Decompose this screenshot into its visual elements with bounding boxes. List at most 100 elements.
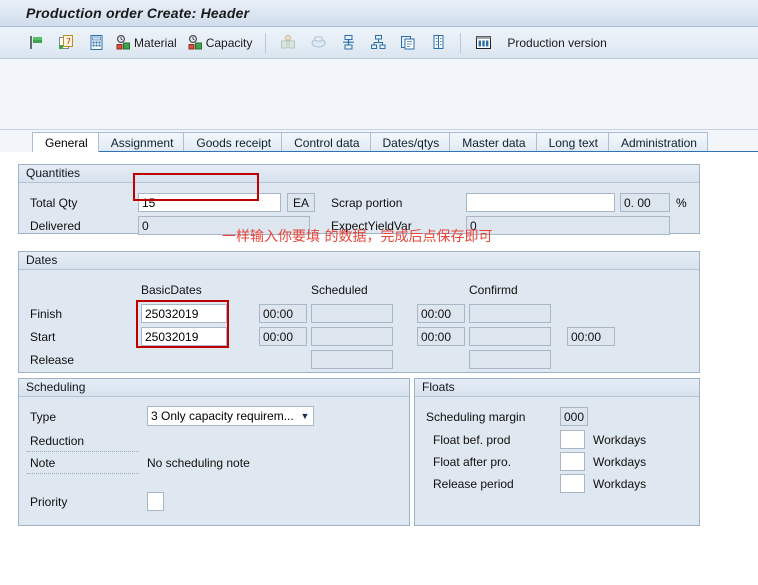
- flag-icon[interactable]: [22, 30, 50, 56]
- release-period-input[interactable]: [560, 474, 585, 493]
- tab-strip: General Assignment Goods receipt Control…: [0, 130, 758, 154]
- scrap-portion-label: Scrap portion: [331, 196, 403, 210]
- dates-panel: Dates BasicDates Scheduled Confirmd Fini…: [18, 251, 700, 373]
- tab-assignment-label: Assignment: [110, 135, 174, 150]
- tab-control-data-label: Control data: [294, 135, 360, 150]
- float-after-prod-unit: Workdays: [593, 455, 647, 469]
- page-title: Production order Create: Header: [26, 5, 250, 21]
- application-toolbar: 7 Material Capacity Production version: [0, 27, 758, 59]
- copy-icon[interactable]: [394, 30, 422, 56]
- total-qty-input[interactable]: [138, 193, 281, 212]
- tab-long-text-label: Long text: [548, 135, 598, 150]
- priority-label: Priority: [30, 495, 68, 509]
- tab-dates-qtys[interactable]: Dates/qtys: [370, 132, 451, 152]
- note-underline: [27, 472, 139, 474]
- tab-goods-receipt-label: Goods receipt: [196, 135, 272, 150]
- toolbar-separator-1: [265, 32, 267, 53]
- scheduling-type-label: Type: [30, 410, 57, 424]
- scheduled-column-header: Scheduled: [311, 283, 368, 297]
- tab-goods-receipt[interactable]: Goods receipt: [184, 132, 283, 152]
- print-icon: [304, 30, 332, 56]
- toolbar-separator-2: [460, 32, 462, 53]
- order-header-area: Order Material Status Type Plnt: [0, 59, 758, 197]
- float-after-prod-input[interactable]: [560, 452, 585, 471]
- reduction-underline: [27, 450, 139, 452]
- finish-scheduled-date-field[interactable]: [311, 304, 393, 323]
- release-period-label: Release period: [433, 477, 514, 491]
- quantities-panel-title: Quantities: [19, 165, 699, 183]
- scheduling-panel-title: Scheduling: [19, 379, 409, 397]
- tab-control-data[interactable]: Control data: [282, 132, 371, 152]
- tab-dates-qtys-label: Dates/qtys: [382, 135, 440, 150]
- float-before-prod-input[interactable]: [560, 430, 585, 449]
- tab-administration[interactable]: Administration: [608, 132, 708, 152]
- general-tab-content: Quantities Total Qty Delivered Scrap por…: [0, 152, 758, 549]
- floats-panel: Floats Scheduling margin Float bef. prod…: [414, 378, 700, 526]
- document-icon[interactable]: [424, 30, 452, 56]
- release-label: Release: [30, 353, 75, 367]
- start-label: Start: [30, 330, 56, 344]
- release-period-unit: Workdays: [593, 477, 647, 491]
- scheduling-panel-body: Type 3 Only capacity requirem... ▼ Reduc…: [19, 397, 409, 525]
- red-annotation-text: 一样输入你要填 的数据，完成后点保存即可: [222, 229, 493, 245]
- tab-list: General Assignment Goods receipt Control…: [32, 130, 758, 152]
- capacity-icon[interactable]: Capacity: [184, 30, 258, 56]
- percent-symbol: %: [676, 196, 687, 210]
- calculator-icon[interactable]: [82, 30, 110, 56]
- finish-label: Finish: [30, 307, 63, 321]
- finish-scheduled-time-field[interactable]: [417, 304, 465, 323]
- start-scheduled-time-field[interactable]: [417, 327, 465, 346]
- production-version-label: Production version: [507, 35, 607, 50]
- hierarchy-icon[interactable]: [364, 30, 392, 56]
- float-before-prod-label: Float bef. prod: [433, 433, 511, 447]
- capacity-button-label: Capacity: [205, 35, 253, 50]
- material-button-label: Material: [134, 35, 177, 50]
- scheduling-type-value: 3 Only capacity requirem...: [151, 409, 294, 423]
- chevron-down-icon: ▼: [300, 411, 310, 421]
- floats-panel-body: Scheduling margin Float bef. prod Workda…: [415, 397, 699, 525]
- scheduling-margin-field[interactable]: [560, 407, 588, 426]
- svg-text:7: 7: [66, 37, 71, 46]
- order-display-icon[interactable]: 7: [52, 30, 80, 56]
- scheduling-note-value: No scheduling note: [147, 456, 250, 470]
- priority-input[interactable]: [147, 492, 164, 511]
- unit-of-measure-field[interactable]: [287, 193, 315, 212]
- start-scheduled-date-field[interactable]: [311, 327, 393, 346]
- components-icon: [274, 30, 302, 56]
- operations-icon[interactable]: [334, 30, 362, 56]
- release-scheduled-date-field[interactable]: [311, 350, 393, 369]
- quantities-panel: Quantities Total Qty Delivered Scrap por…: [18, 164, 700, 235]
- start-confirmed-date-field[interactable]: [469, 327, 551, 346]
- delivered-label: Delivered: [30, 219, 81, 233]
- finish-basic-time-field[interactable]: [259, 304, 307, 323]
- scrap-portion-input[interactable]: [466, 193, 615, 212]
- scheduling-type-select[interactable]: 3 Only capacity requirem... ▼: [147, 406, 314, 426]
- confirmed-column-header: Confirmd: [469, 283, 518, 297]
- tab-administration-label: Administration: [620, 135, 697, 150]
- finish-confirmed-date-field[interactable]: [469, 304, 551, 323]
- tab-long-text[interactable]: Long text: [536, 132, 609, 152]
- finish-basic-date-input[interactable]: [141, 304, 227, 323]
- tab-general[interactable]: General: [32, 132, 99, 152]
- float-before-prod-unit: Workdays: [593, 433, 647, 447]
- scrap-percent-field[interactable]: [620, 193, 670, 212]
- tab-master-data[interactable]: Master data: [450, 132, 537, 152]
- release-confirmed-date-field[interactable]: [469, 350, 551, 369]
- reduction-label: Reduction: [30, 434, 85, 448]
- tab-master-data-label: Master data: [462, 135, 526, 150]
- float-after-prod-label: Float after pro.: [433, 455, 512, 469]
- scheduling-panel: Scheduling Type 3 Only capacity requirem…: [18, 378, 410, 526]
- dates-panel-body: BasicDates Scheduled Confirmd Finish Sta…: [19, 270, 699, 372]
- material-icon[interactable]: Material: [112, 30, 182, 56]
- start-basic-date-input[interactable]: [141, 327, 227, 346]
- basic-dates-column-header: BasicDates: [141, 283, 202, 297]
- tab-general-label: General: [45, 135, 88, 150]
- scheduling-margin-label: Scheduling margin: [426, 410, 526, 424]
- start-confirmed-time-field[interactable]: [567, 327, 615, 346]
- production-version-icon[interactable]: [469, 30, 497, 56]
- start-basic-time-field[interactable]: [259, 327, 307, 346]
- dates-panel-title: Dates: [19, 252, 699, 270]
- floats-panel-title: Floats: [415, 379, 699, 397]
- tab-assignment[interactable]: Assignment: [98, 132, 185, 152]
- total-qty-label: Total Qty: [30, 196, 78, 210]
